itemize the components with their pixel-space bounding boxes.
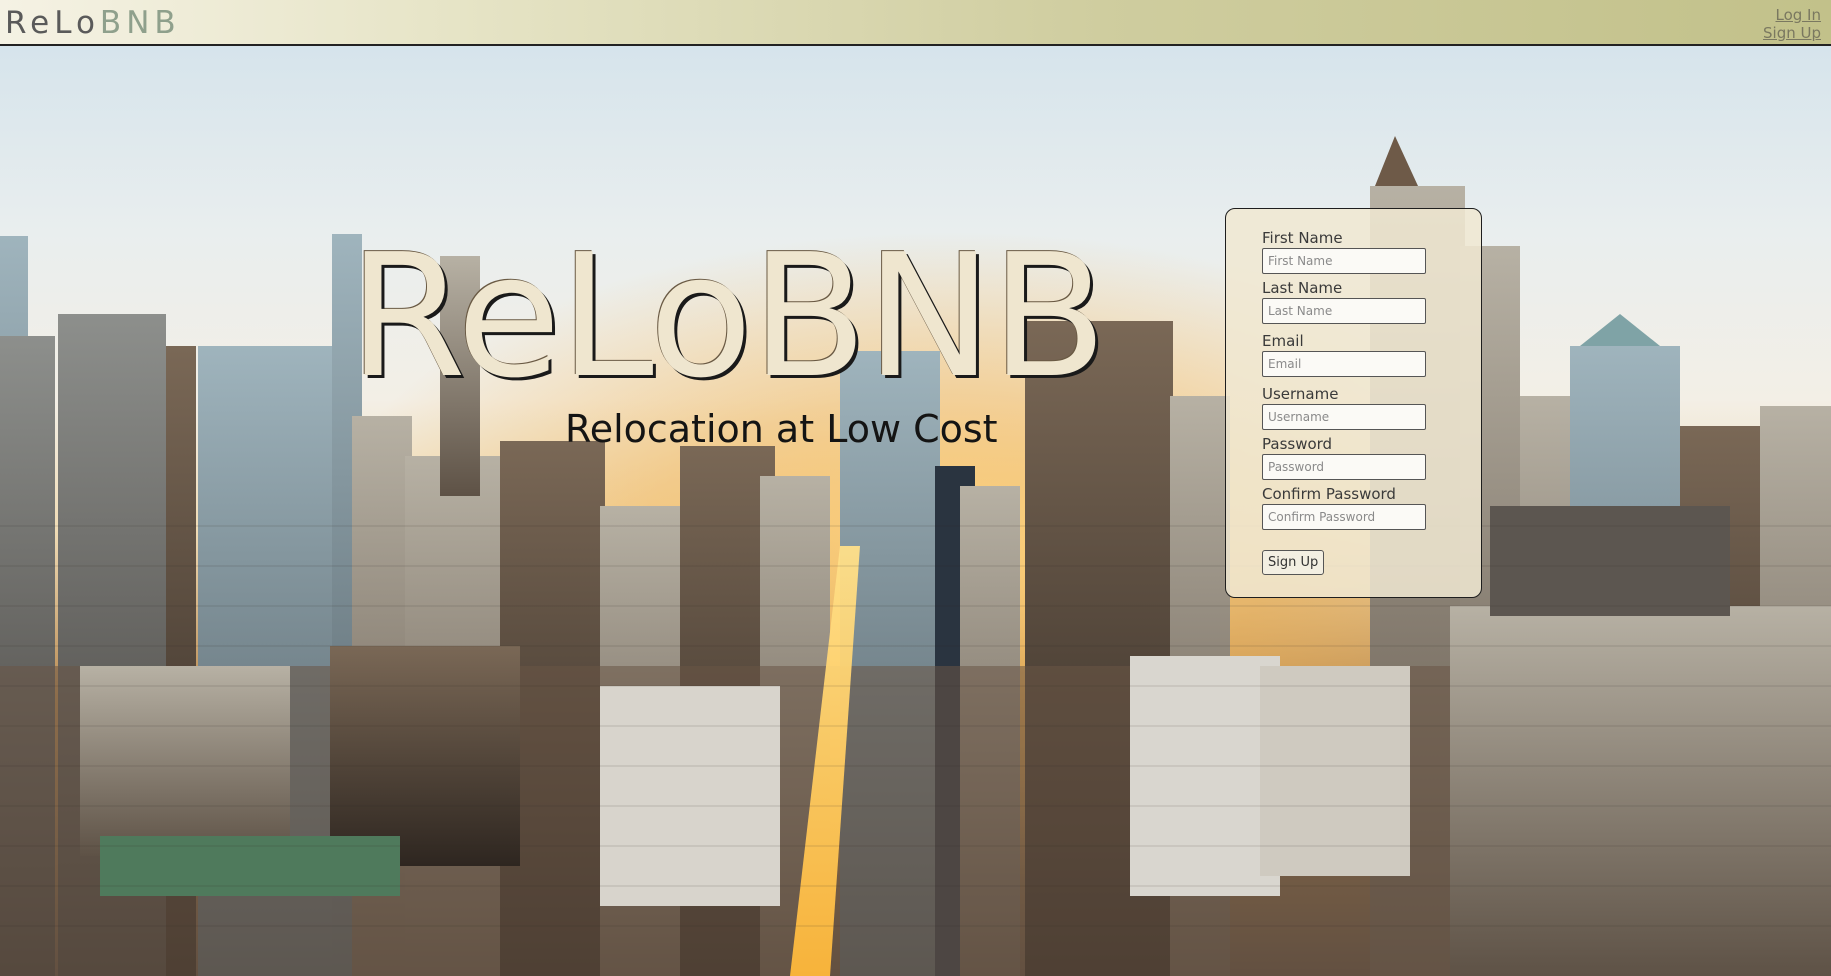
page: ReLoBNB Log In Sign Up ReLoBNB Relocatio…	[0, 0, 1831, 976]
city-skyline-image	[0, 46, 1831, 976]
username-field: Username	[1262, 386, 1481, 430]
hero-subtitle: Relocation at Low Cost	[565, 407, 998, 451]
signup-form: First Name Last Name Email Username Pass…	[1225, 208, 1482, 598]
brand-logo-main: ReLo	[5, 5, 100, 41]
brand-logo[interactable]: ReLoBNB	[5, 4, 181, 42]
password-label: Password	[1262, 435, 1333, 453]
signup-link[interactable]: Sign Up	[1763, 24, 1821, 42]
hero-title: ReLoBNB	[348, 218, 1107, 416]
first-name-input[interactable]	[1262, 248, 1426, 274]
password-input[interactable]	[1262, 454, 1426, 480]
signup-submit-button[interactable]: Sign Up	[1262, 550, 1325, 575]
confirm-password-input[interactable]	[1262, 504, 1426, 530]
auth-links: Log In Sign Up	[1763, 6, 1821, 42]
email-label: Email	[1262, 332, 1304, 350]
email-field: Email	[1262, 333, 1481, 377]
username-input[interactable]	[1262, 404, 1426, 430]
password-field: Password	[1262, 436, 1481, 480]
last-name-label: Last Name	[1262, 279, 1343, 297]
last-name-input[interactable]	[1262, 298, 1426, 324]
confirm-password-label: Confirm Password	[1262, 485, 1396, 503]
username-label: Username	[1262, 385, 1339, 403]
email-input[interactable]	[1262, 351, 1426, 377]
login-link[interactable]: Log In	[1763, 6, 1822, 24]
brand-logo-tail: BNB	[99, 5, 181, 41]
hero-background	[0, 46, 1831, 976]
first-name-label: First Name	[1262, 229, 1343, 247]
first-name-field: First Name	[1262, 230, 1481, 274]
top-navigation-bar: ReLoBNB Log In Sign Up	[0, 0, 1831, 46]
last-name-field: Last Name	[1262, 280, 1481, 324]
confirm-password-field: Confirm Password	[1262, 486, 1481, 530]
